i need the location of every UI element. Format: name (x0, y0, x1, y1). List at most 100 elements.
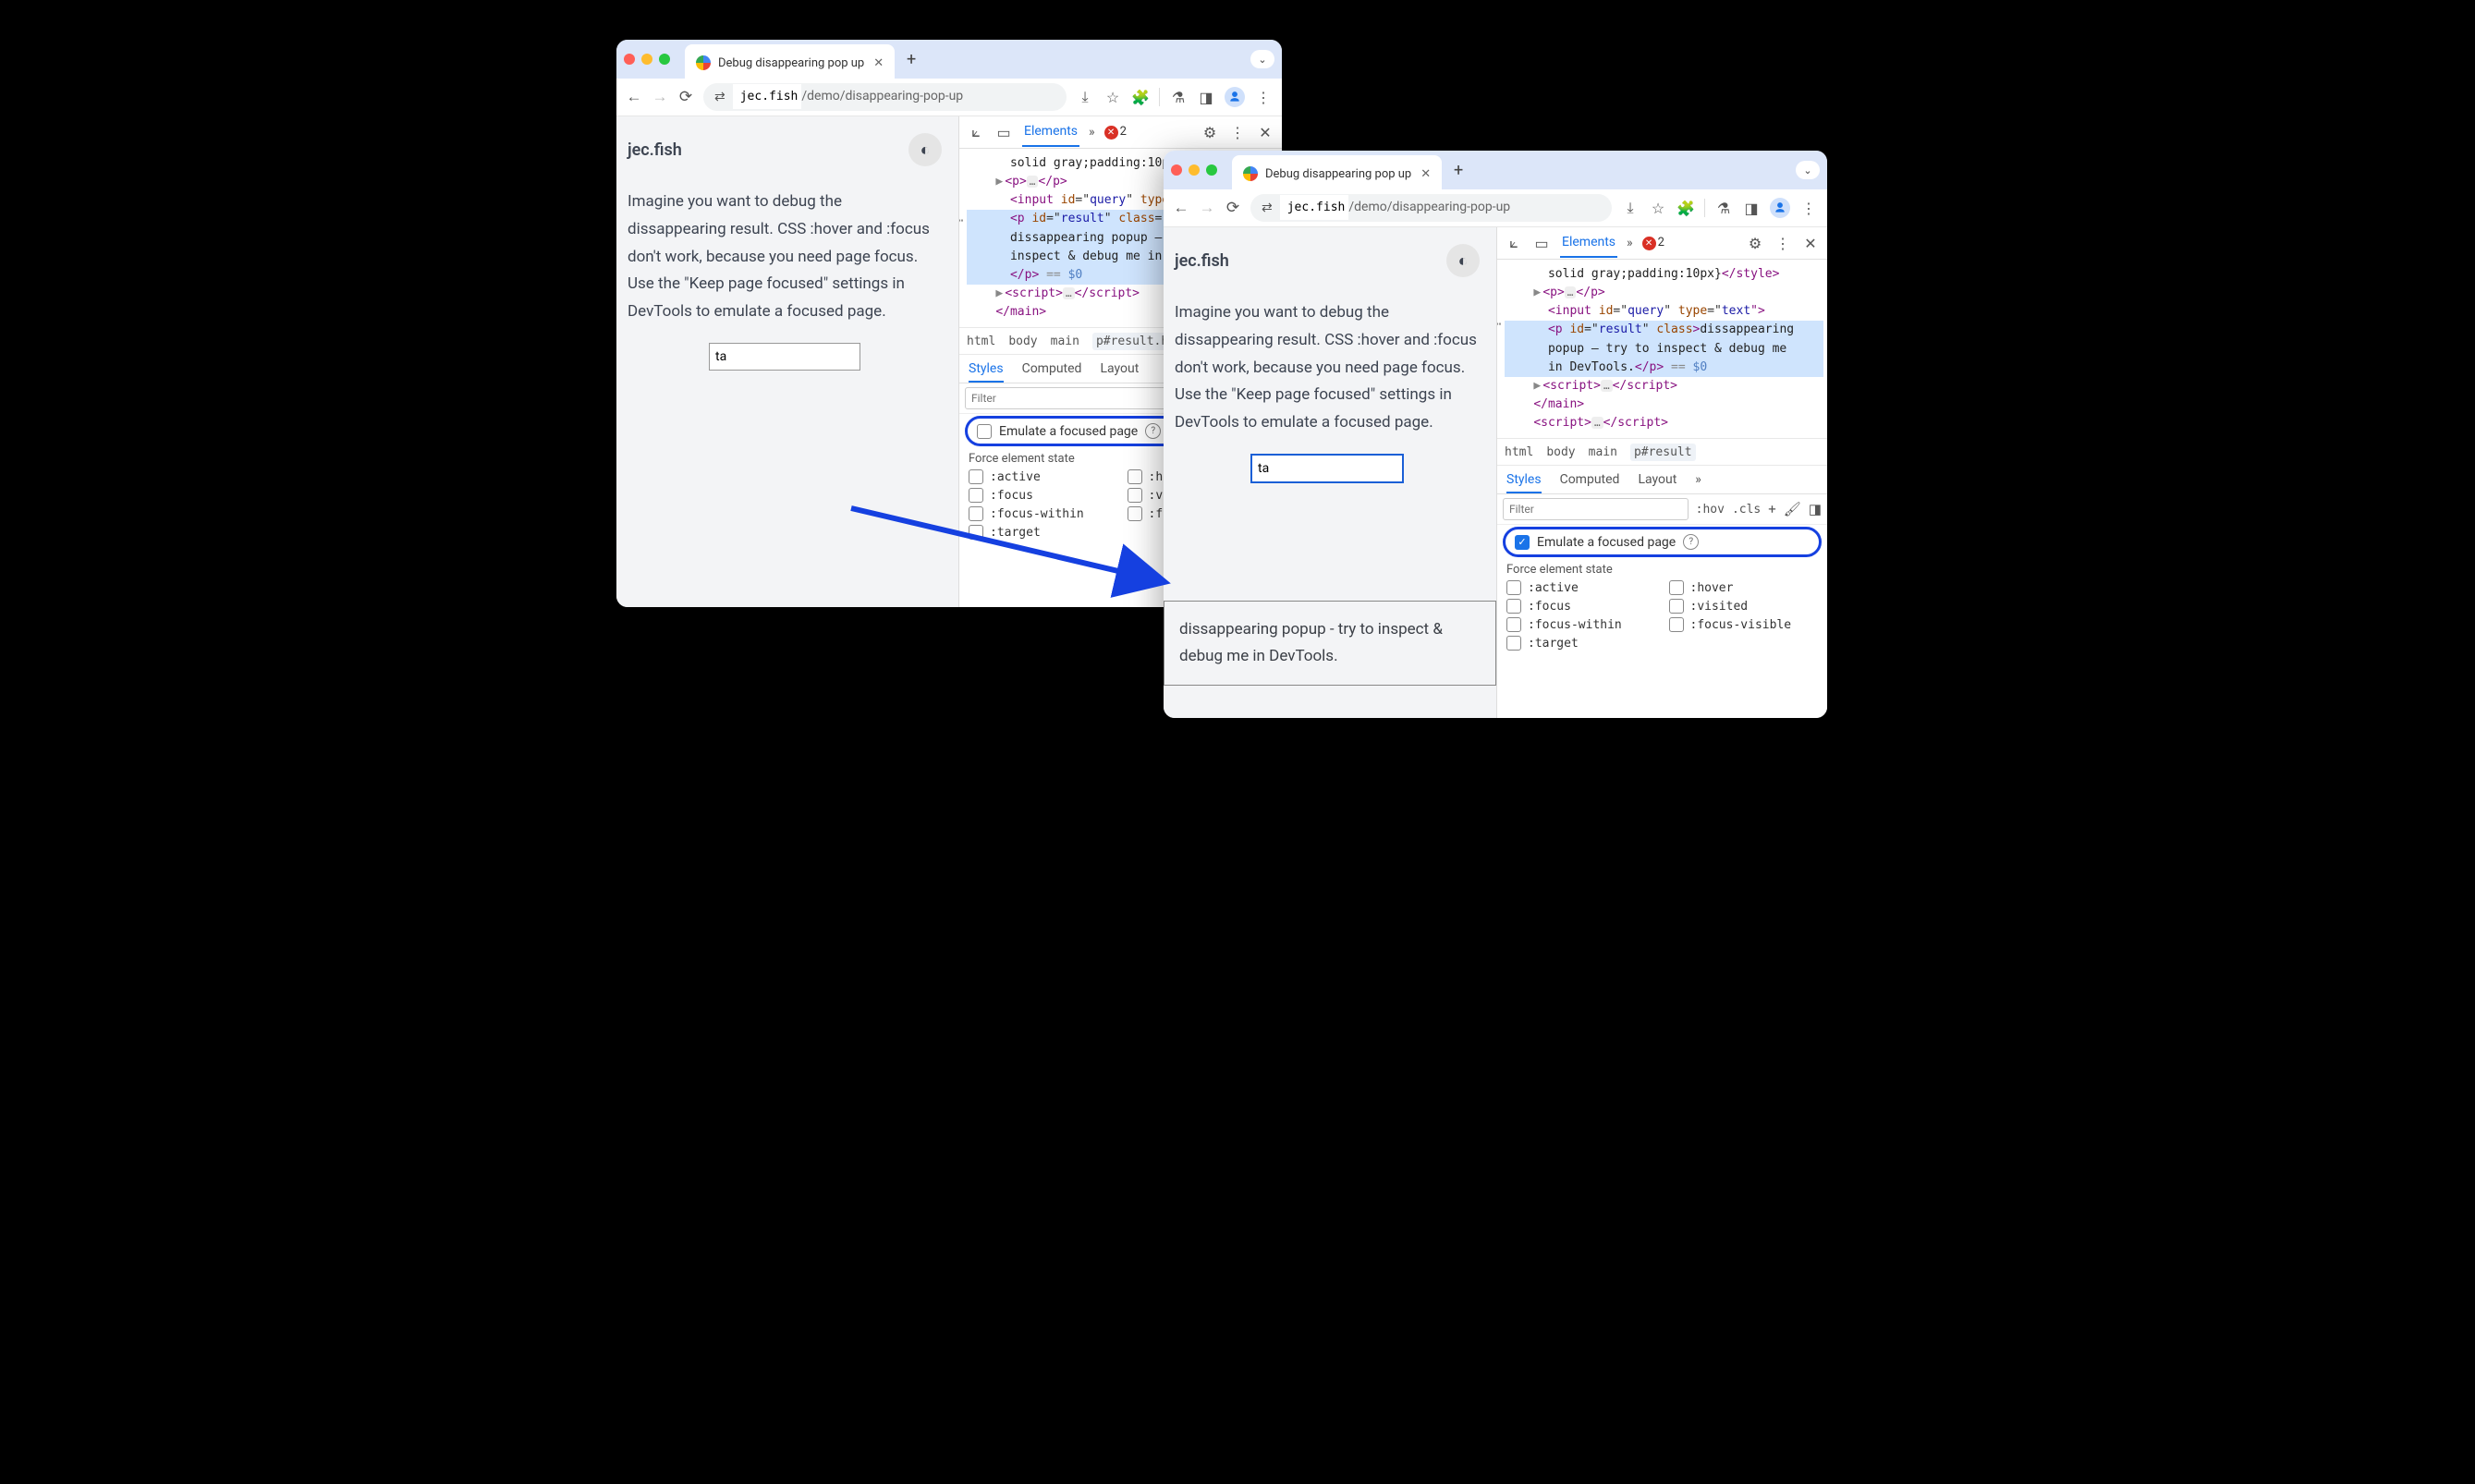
state-focus-visible[interactable]: :focus-visible (1669, 617, 1819, 632)
close-tab-icon[interactable]: ✕ (872, 56, 885, 70)
state-active[interactable]: :active (969, 469, 1115, 484)
error-badge[interactable]: ✕ (1104, 126, 1118, 140)
state-target[interactable]: :target (1506, 636, 1656, 651)
browser-tab[interactable]: Debug disappearing pop up ✕ (685, 44, 895, 81)
close-window-button[interactable] (624, 54, 635, 65)
state-focus[interactable]: :focus (1506, 599, 1656, 614)
breadcrumbs[interactable]: html body main p#result (1497, 438, 1827, 466)
layout-tab[interactable]: Layout (1100, 361, 1139, 376)
device-toolbar-icon[interactable]: ▭ (994, 124, 1013, 141)
close-devtools-icon[interactable]: ✕ (1256, 124, 1274, 141)
breadcrumb-item[interactable]: body (1008, 335, 1037, 348)
new-tab-button[interactable]: + (902, 50, 921, 68)
emulate-focused-page-row[interactable]: ✓ Emulate a focused page ? (1503, 527, 1822, 557)
extensions-icon[interactable]: 🧩 (1676, 200, 1695, 217)
window-controls (1171, 164, 1217, 176)
more-tabs-icon[interactable]: » (1627, 236, 1633, 250)
site-title: jec.fish (1175, 251, 1229, 271)
computed-tab[interactable]: Computed (1022, 361, 1082, 376)
extensions-icon[interactable]: 🧩 (1131, 89, 1150, 106)
breadcrumb-item-active[interactable]: p#result (1630, 444, 1696, 461)
url-field[interactable]: ⇄ jec.fish/demo/disappearing-pop-up (1250, 194, 1612, 222)
hov-toggle[interactable]: :hov (1696, 503, 1725, 517)
layout-tab[interactable]: Layout (1638, 472, 1676, 487)
elements-tab[interactable]: Elements (1560, 228, 1617, 258)
labs-icon[interactable]: ⚗ (1714, 200, 1733, 217)
menu-icon[interactable]: ⋮ (1254, 89, 1273, 106)
styles-tab[interactable]: Styles (969, 361, 1004, 383)
state-hover[interactable]: :hover (1669, 580, 1819, 595)
state-focus-within[interactable]: :focus-within (1506, 617, 1656, 632)
inspect-element-icon[interactable]: ⟀ (967, 123, 985, 141)
url-field[interactable]: ⇄ jec.fish/demo/disappearing-pop-up (703, 83, 1067, 111)
query-input[interactable] (709, 343, 860, 371)
profile-avatar[interactable] (1770, 198, 1790, 218)
help-icon[interactable]: ? (1145, 423, 1161, 439)
state-active[interactable]: :active (1506, 580, 1656, 595)
devtools-dock-icon[interactable]: ◨ (1197, 89, 1215, 106)
devtools-dock-icon[interactable]: ◨ (1742, 200, 1761, 217)
forward-button: → (652, 88, 668, 106)
close-tab-icon[interactable]: ✕ (1419, 167, 1433, 181)
bookmark-icon[interactable]: ☆ (1649, 200, 1667, 217)
close-devtools-icon[interactable]: ✕ (1801, 235, 1820, 252)
minimize-window-button[interactable] (1189, 164, 1200, 176)
back-button[interactable]: ← (626, 88, 642, 106)
breadcrumb-item[interactable]: main (1051, 335, 1079, 348)
cls-toggle[interactable]: .cls (1732, 503, 1761, 517)
more-tabs-icon[interactable]: » (1089, 125, 1095, 140)
breadcrumb-item[interactable]: main (1589, 445, 1617, 459)
tabs-dropdown-button[interactable]: ⌄ (1250, 50, 1274, 68)
tabs-dropdown-button[interactable]: ⌄ (1796, 161, 1820, 179)
url-path: /demo/disappearing-pop-up (801, 89, 963, 103)
reload-button[interactable]: ⟳ (677, 88, 694, 106)
site-info-icon[interactable]: ⇄ (714, 90, 725, 104)
minimize-window-button[interactable] (641, 54, 652, 65)
computed-tab[interactable]: Computed (1560, 472, 1620, 487)
emulate-focused-checkbox[interactable]: ✓ (1515, 535, 1530, 550)
profile-avatar[interactable] (1225, 87, 1245, 107)
elements-tab[interactable]: Elements (1022, 117, 1079, 147)
new-style-rule-icon[interactable]: + (1768, 501, 1776, 517)
inspect-element-icon[interactable]: ⟀ (1505, 234, 1523, 252)
state-visited[interactable]: :visited (1669, 599, 1819, 614)
filter-input[interactable] (1503, 498, 1689, 520)
query-input[interactable] (1250, 454, 1404, 483)
kebab-menu-icon[interactable]: ⋮ (1774, 235, 1792, 252)
dark-mode-toggle[interactable]: ◐ (1446, 244, 1480, 277)
devtools-panel: ⟀ ▭ Elements » ✕2 ⚙ ⋮ ✕ ⋯ solid gray;pad… (1496, 227, 1827, 718)
menu-icon[interactable]: ⋮ (1799, 200, 1818, 217)
kebab-menu-icon[interactable]: ⋮ (1228, 124, 1247, 141)
settings-icon[interactable]: ⚙ (1201, 124, 1219, 141)
browser-tab[interactable]: Debug disappearing pop up ✕ (1232, 155, 1442, 192)
device-toolbar-icon[interactable]: ▭ (1532, 235, 1551, 252)
site-info-icon[interactable]: ⇄ (1262, 201, 1273, 215)
labs-icon[interactable]: ⚗ (1169, 89, 1188, 106)
help-icon[interactable]: ? (1683, 534, 1699, 550)
bookmark-icon[interactable]: ☆ (1103, 89, 1122, 106)
dom-tree[interactable]: ⋯ solid gray;padding:10px}</style> ▶<p>…… (1497, 260, 1827, 438)
emulate-focused-checkbox[interactable] (977, 424, 992, 439)
state-focus[interactable]: :focus (969, 488, 1115, 503)
state-focus-within[interactable]: :focus-within (969, 506, 1115, 521)
state-target[interactable]: :target (969, 525, 1115, 540)
reload-button[interactable]: ⟳ (1225, 199, 1241, 217)
breadcrumb-item[interactable]: html (1505, 445, 1533, 459)
zoom-window-button[interactable] (659, 54, 670, 65)
styles-tab[interactable]: Styles (1506, 472, 1542, 493)
new-tab-button[interactable]: + (1449, 161, 1468, 179)
install-app-icon[interactable]: ⤓ (1621, 199, 1640, 217)
dark-mode-toggle[interactable]: ◐ (908, 133, 942, 166)
zoom-window-button[interactable] (1206, 164, 1217, 176)
install-app-icon[interactable]: ⤓ (1076, 88, 1094, 106)
page-paragraph: Imagine you want to debug the dissappear… (1175, 299, 1480, 437)
breadcrumb-item[interactable]: body (1546, 445, 1575, 459)
settings-icon[interactable]: ⚙ (1746, 235, 1764, 252)
computed-panel-icon[interactable]: ◨ (1809, 501, 1822, 517)
back-button[interactable]: ← (1173, 199, 1189, 217)
more-subtabs-icon[interactable]: » (1695, 472, 1701, 487)
breadcrumb-item[interactable]: html (967, 335, 995, 348)
paint-icon[interactable]: 🖌 (1784, 501, 1801, 517)
error-badge[interactable]: ✕ (1642, 237, 1656, 250)
close-window-button[interactable] (1171, 164, 1182, 176)
